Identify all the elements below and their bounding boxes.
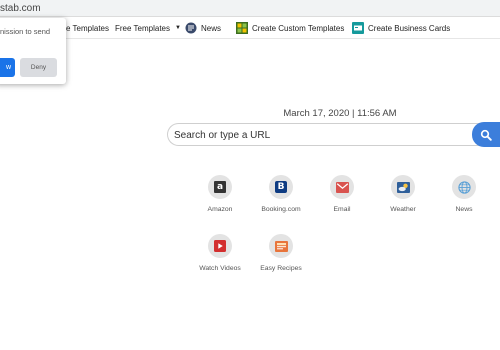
notification-permission-popup: nission to send w Deny — [0, 18, 66, 84]
tile-icon-circle — [269, 234, 293, 258]
tile-label: News — [455, 206, 473, 213]
custom-templates-icon — [236, 22, 248, 34]
toolbar-item-create-custom-templates[interactable]: Create Custom Templates — [236, 17, 344, 39]
tile-icon-circle — [391, 175, 415, 199]
tile-weather[interactable]: Weather — [378, 175, 428, 221]
business-cards-icon — [352, 22, 364, 34]
amazon-icon: a — [214, 181, 226, 193]
toolbar-item-label: News — [201, 23, 222, 33]
search-icon — [480, 129, 492, 141]
allow-button[interactable]: w — [0, 58, 15, 77]
tile-icon-circle: a — [208, 175, 232, 199]
address-bar[interactable]: stab.com — [0, 0, 500, 17]
popup-message: nission to send — [0, 27, 51, 36]
chevron-down-icon: ▼ — [175, 25, 181, 31]
tile-booking[interactable]: B Booking.com — [256, 175, 306, 221]
search-button[interactable] — [472, 122, 500, 147]
recipes-icon — [274, 240, 288, 252]
free-templates-dropdown[interactable]: Free Templates ▼ — [115, 17, 181, 39]
tile-email[interactable]: Email — [317, 175, 367, 221]
search-input[interactable] — [174, 127, 464, 143]
tile-label: Amazon — [207, 206, 233, 213]
toolbar-item-news[interactable]: News — [185, 17, 221, 39]
toolbar-item-create-business-cards[interactable]: Create Business Cards — [352, 17, 450, 39]
extension-toolbar: e Templates Free Templates ▼ News Create… — [0, 17, 500, 39]
tile-icon-circle — [208, 234, 232, 258]
news-icon — [185, 22, 197, 34]
tile-amazon[interactable]: a Amazon — [195, 175, 245, 221]
tile-icon-circle — [330, 175, 354, 199]
tile-watch-videos[interactable]: Watch Videos — [195, 234, 245, 280]
tile-label: Watch Videos — [199, 265, 241, 272]
toolbar-item-label: e Templates — [66, 23, 109, 33]
tile-label: Booking.com — [261, 206, 301, 213]
tile-label: Easy Recipes — [260, 265, 302, 272]
video-play-icon — [214, 240, 226, 252]
weather-icon — [396, 181, 410, 193]
globe-icon — [457, 180, 471, 194]
tile-icon-circle: B — [269, 175, 293, 199]
date-time: March 17, 2020 | 11:56 AM — [283, 108, 397, 119]
tile-label: Weather — [390, 206, 416, 213]
toolbar-item-label: Create Business Cards — [368, 23, 451, 33]
address-bar-url[interactable]: stab.com — [0, 3, 41, 14]
toolbar-item-label: Free Templates — [115, 23, 170, 33]
deny-button[interactable]: Deny — [20, 58, 57, 77]
tile-label: Email — [333, 206, 351, 213]
toolbar-item-label: Create Custom Templates — [252, 23, 345, 33]
search-box[interactable] — [167, 123, 500, 146]
tile-icon-circle — [452, 175, 476, 199]
booking-icon: B — [275, 181, 287, 193]
tile-easy-recipes[interactable]: Easy Recipes — [256, 234, 306, 280]
tile-news[interactable]: News — [439, 175, 489, 221]
toolbar-item-templates[interactable]: e Templates — [66, 17, 109, 39]
email-icon — [335, 181, 349, 193]
